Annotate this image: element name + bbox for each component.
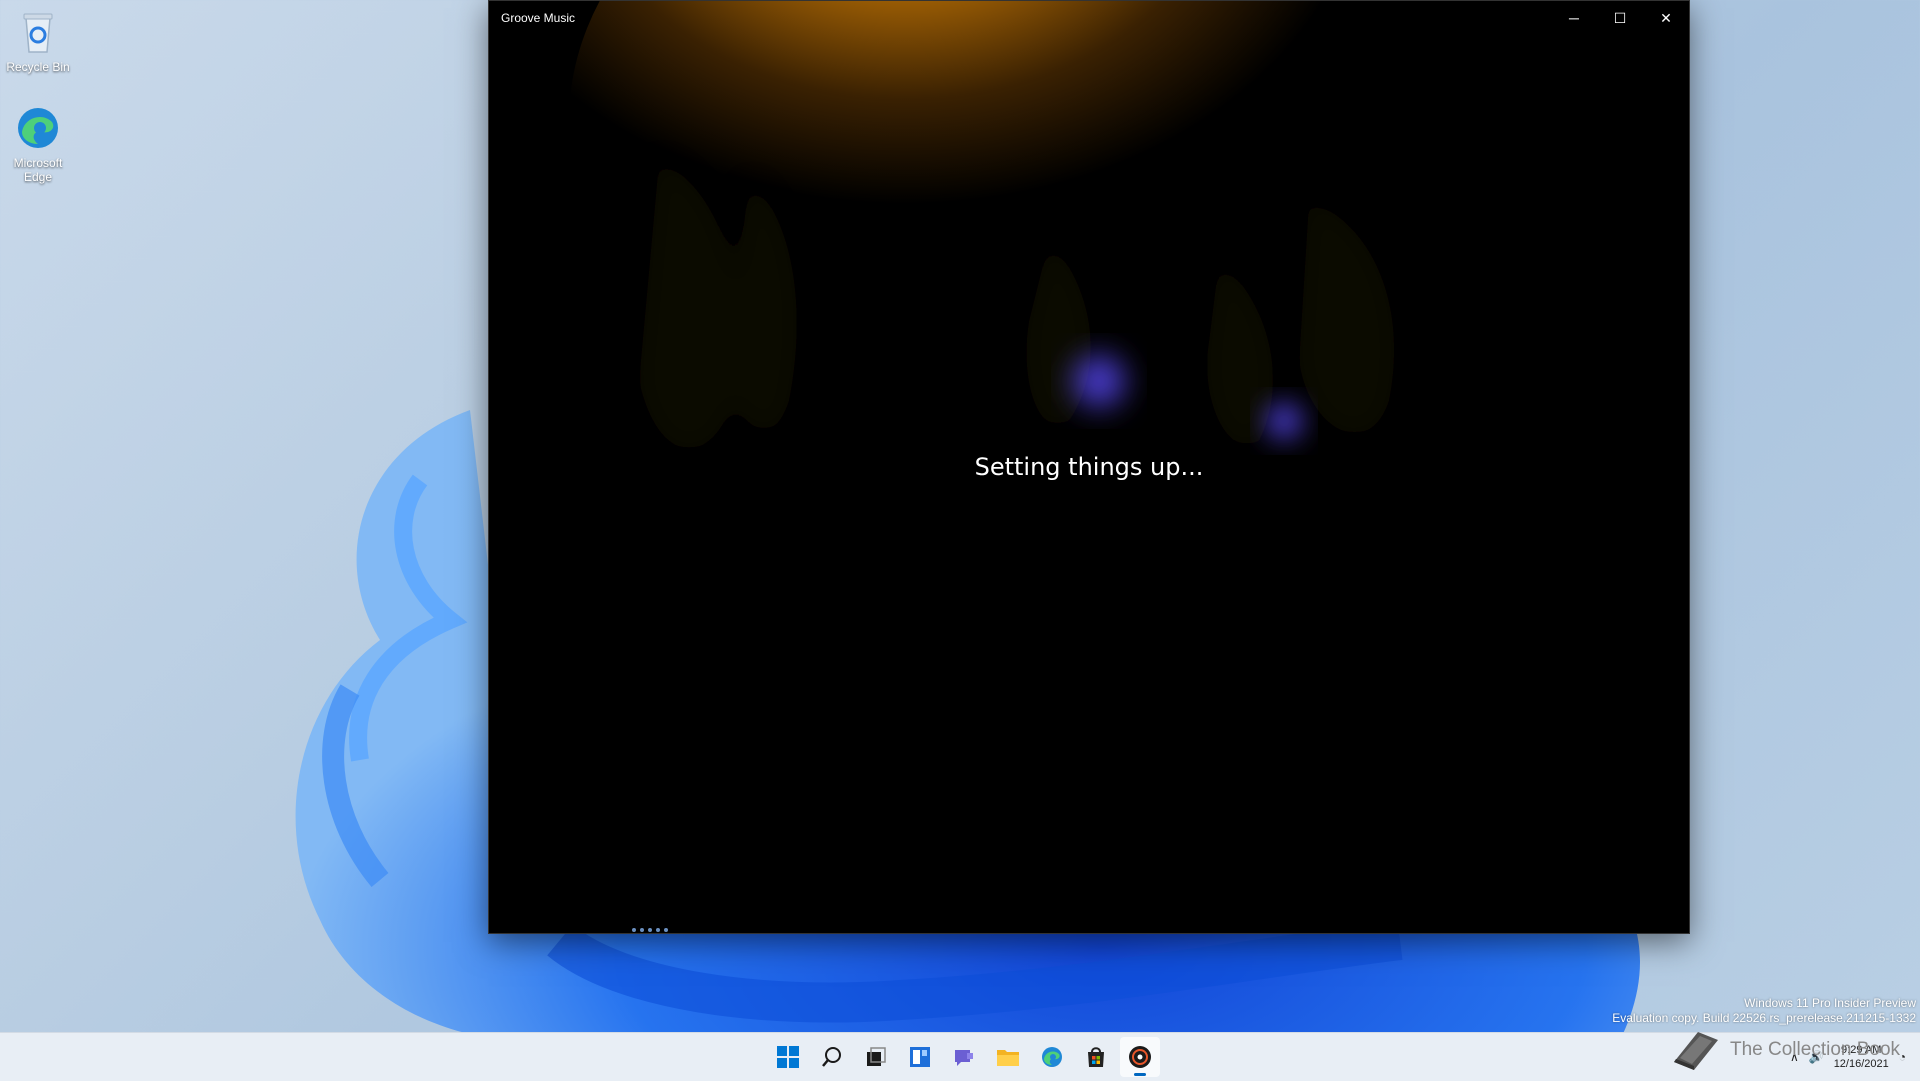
site-watermark: The Collection Book — [1670, 1028, 1900, 1072]
minimize-icon: ─ — [1569, 10, 1579, 26]
evaluation-watermark: Windows 11 Pro Insider Preview Evaluatio… — [1612, 996, 1916, 1026]
loading-dot — [632, 928, 636, 932]
loading-dot — [656, 928, 660, 932]
taskbar-app-list — [768, 1037, 1160, 1077]
store-button[interactable] — [1076, 1037, 1116, 1077]
close-button[interactable]: ✕ — [1643, 1, 1689, 35]
start-button[interactable] — [768, 1037, 808, 1077]
watermark-line: Evaluation copy. Build 22526.rs_prerelea… — [1612, 1011, 1916, 1025]
start-icon — [777, 1046, 799, 1068]
search-icon — [822, 1047, 841, 1067]
desktop-icon-recycle-bin[interactable]: Recycle Bin — [0, 8, 78, 74]
edge-icon — [14, 104, 62, 152]
maximize-icon: ☐ — [1613, 9, 1627, 26]
window-title: Groove Music — [501, 11, 576, 25]
file-explorer-button[interactable] — [988, 1037, 1028, 1077]
window-titlebar[interactable]: Groove Music ─ ☐ ✕ — [489, 1, 1689, 35]
setup-status-text: Setting things up... — [974, 453, 1204, 481]
desktop-icon-microsoft-edge[interactable]: Microsoft Edge — [0, 104, 78, 184]
loading-dots — [632, 928, 672, 932]
search-button[interactable] — [812, 1037, 852, 1077]
task-view-icon — [867, 1047, 886, 1066]
widgets-icon — [910, 1047, 930, 1067]
chat-button[interactable] — [944, 1037, 984, 1077]
minimize-button[interactable]: ─ — [1551, 1, 1597, 35]
task-view-button[interactable] — [856, 1037, 896, 1077]
site-watermark-text: The Collection Book — [1730, 1039, 1901, 1060]
desktop-icon-label: Microsoft Edge — [13, 156, 63, 184]
edge-icon — [1042, 1047, 1062, 1067]
recycle-bin-icon — [14, 8, 62, 56]
chat-icon — [955, 1050, 973, 1066]
book-icon — [1674, 1032, 1718, 1070]
edge-taskbar-button[interactable] — [1032, 1037, 1072, 1077]
groove-music-icon — [1129, 1046, 1151, 1068]
widgets-button[interactable] — [900, 1037, 940, 1077]
file-explorer-icon — [997, 1050, 1019, 1066]
loading-dot — [664, 928, 668, 932]
maximize-button[interactable]: ☐ — [1597, 1, 1643, 35]
store-icon — [1088, 1047, 1104, 1067]
loading-dot — [640, 928, 644, 932]
groove-music-window: Groove Music ─ ☐ ✕ Setting things up... — [488, 0, 1690, 934]
loading-dot — [648, 928, 652, 932]
close-icon: ✕ — [1660, 9, 1672, 26]
desktop-icon-label: Recycle Bin — [6, 60, 70, 74]
taskbar: ∧ 🔊 9:29 AM 12/16/2021 ◔ — [0, 1032, 1920, 1081]
groove-music-taskbar-button[interactable] — [1120, 1037, 1160, 1077]
watermark-line: Windows 11 Pro Insider Preview — [1744, 996, 1916, 1010]
